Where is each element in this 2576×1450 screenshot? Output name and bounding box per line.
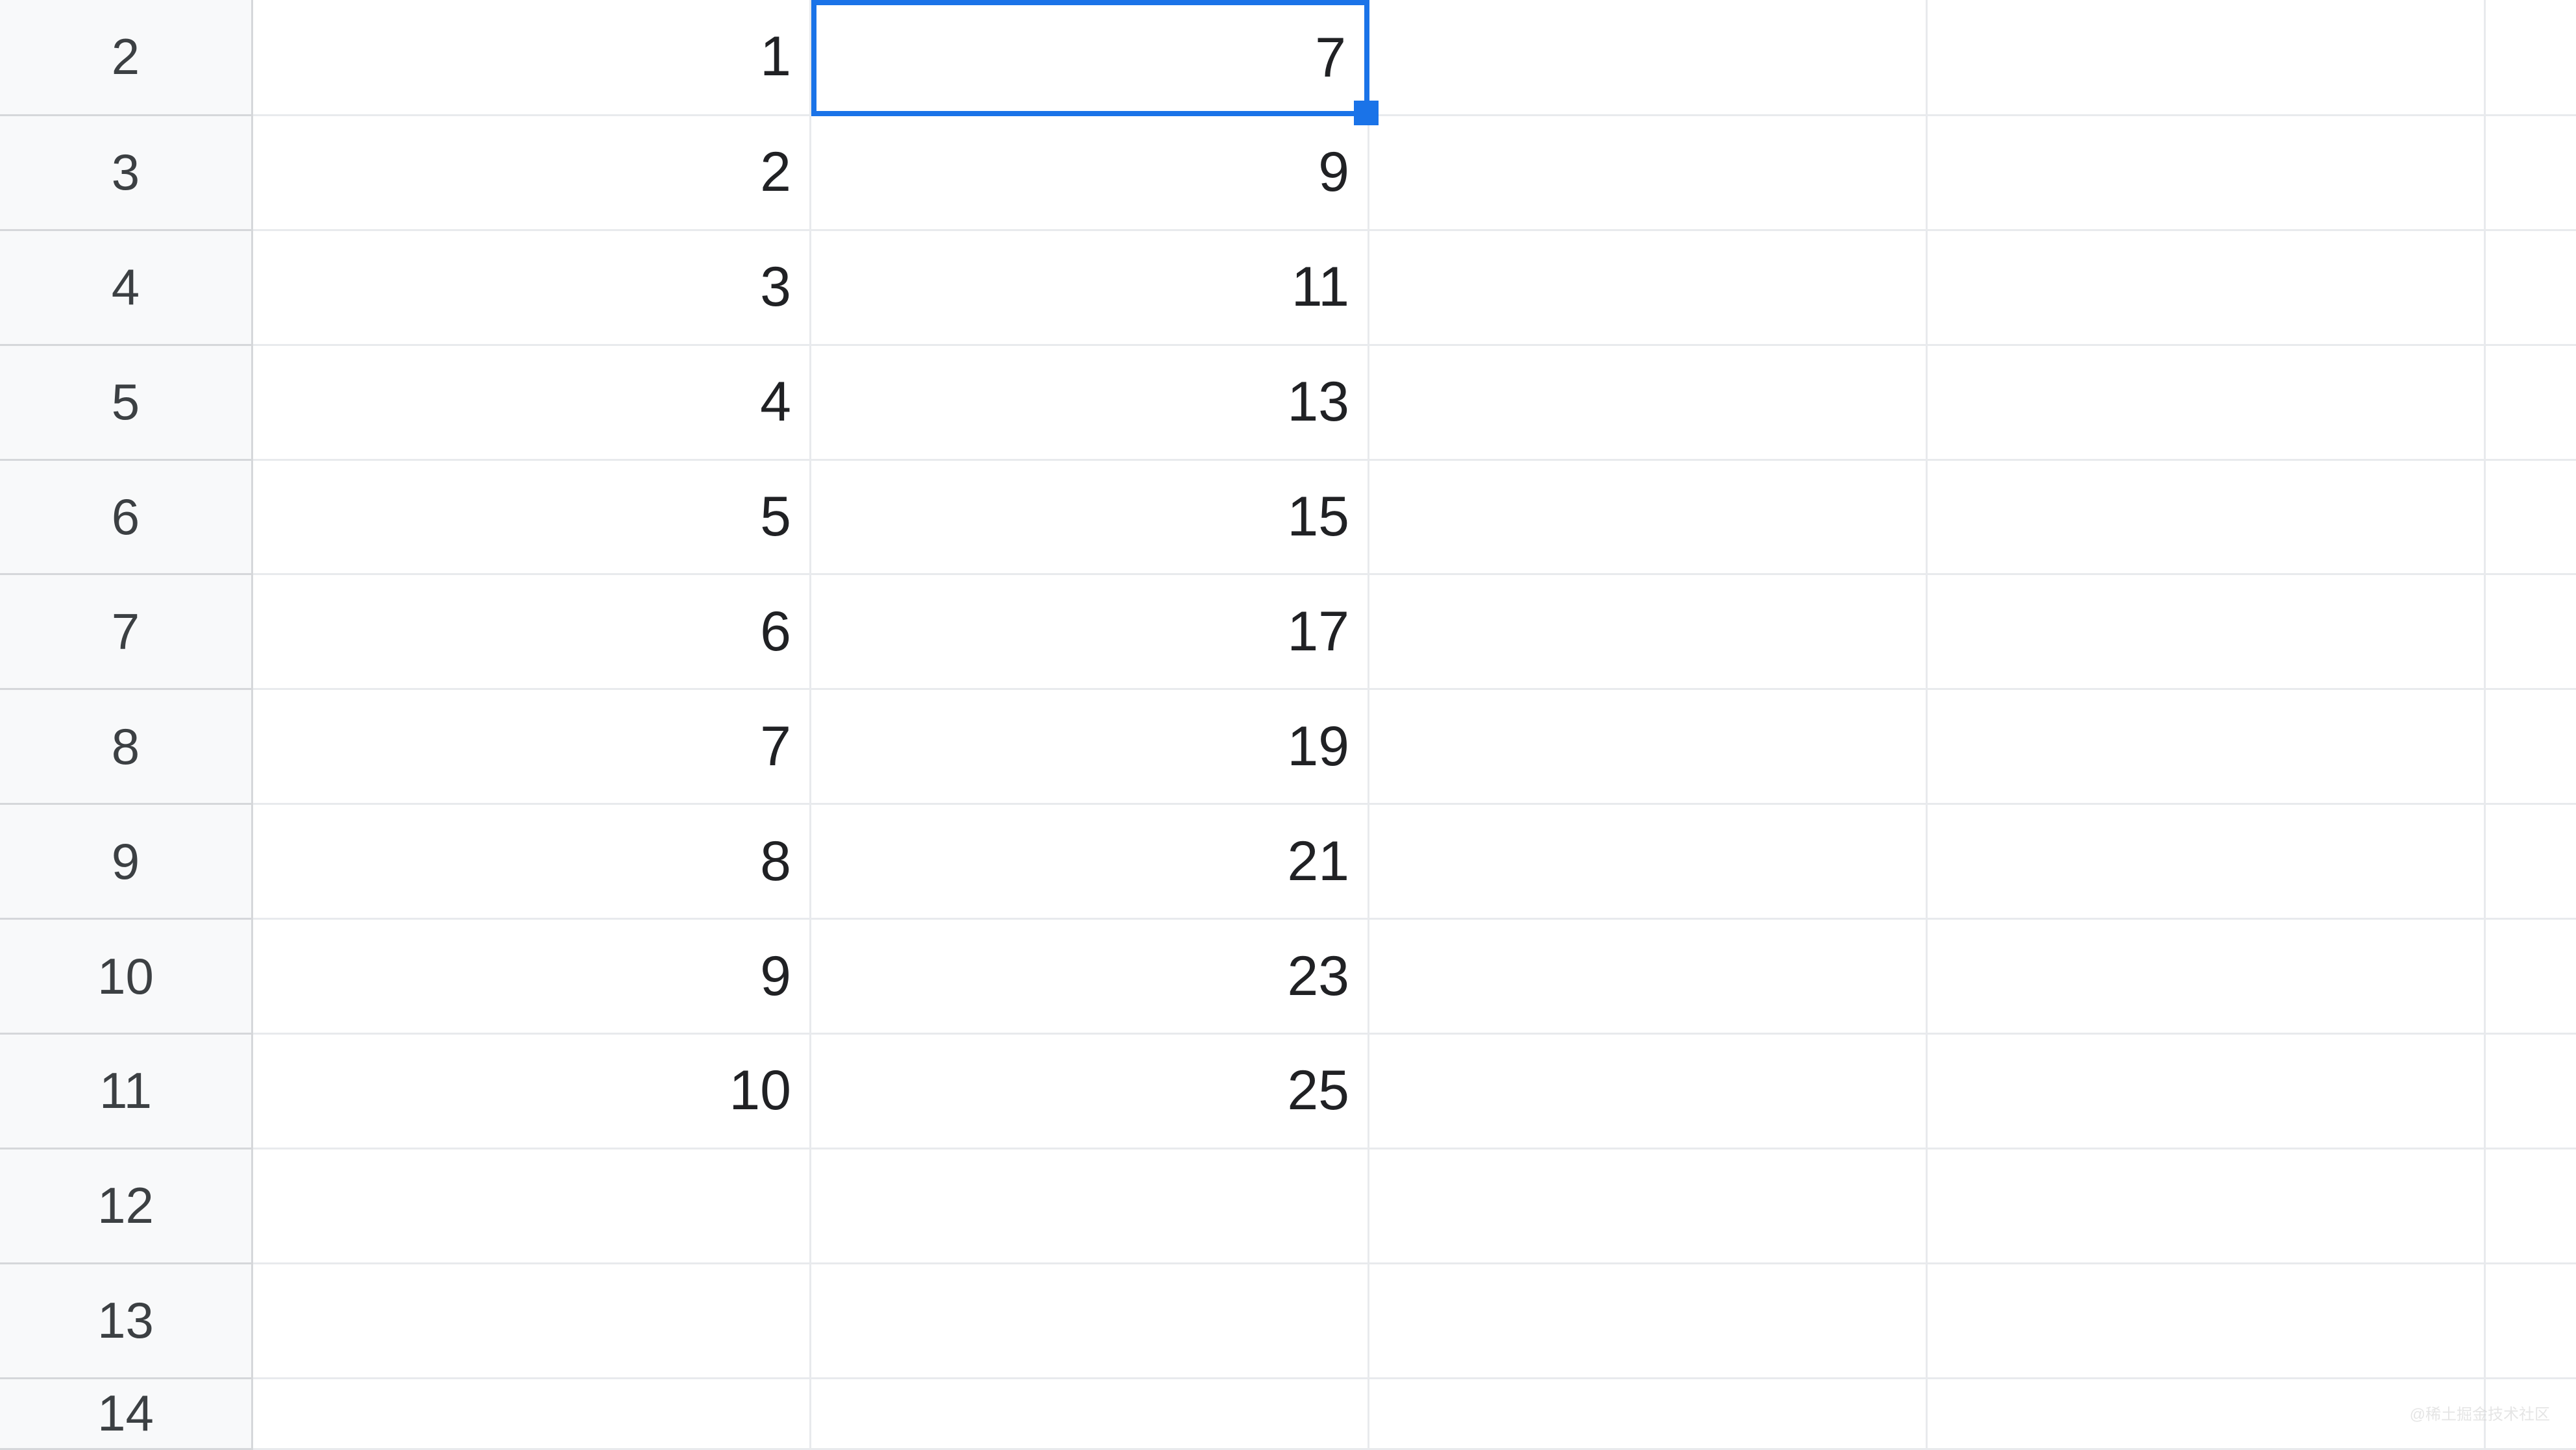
cell[interactable] [1369, 690, 1928, 805]
cell[interactable]: 13 [811, 346, 1369, 461]
cell[interactable] [811, 1149, 1369, 1264]
cell[interactable]: 1 [253, 0, 811, 116]
row-header[interactable]: 12 [0, 1149, 253, 1264]
cell[interactable] [253, 1379, 811, 1450]
spreadsheet: 2 3 4 5 6 7 8 9 10 11 12 13 14 1 7 2 9 [0, 0, 2576, 1450]
cell[interactable] [1928, 1149, 2486, 1264]
cell[interactable] [1928, 1264, 2486, 1379]
cell[interactable] [1928, 461, 2486, 576]
cell[interactable] [1928, 346, 2486, 461]
table-row: 10 25 [253, 1035, 2576, 1149]
row-header[interactable]: 13 [0, 1264, 253, 1379]
cell[interactable] [1928, 575, 2486, 690]
fill-handle[interactable] [1354, 101, 1379, 125]
cell[interactable] [1369, 346, 1928, 461]
cell[interactable] [1928, 920, 2486, 1035]
cell[interactable] [2486, 346, 2576, 461]
cell[interactable] [1369, 116, 1928, 231]
cell[interactable] [2486, 1149, 2576, 1264]
cell[interactable]: 19 [811, 690, 1369, 805]
row-header[interactable]: 5 [0, 346, 253, 461]
row-header[interactable]: 7 [0, 575, 253, 690]
cell[interactable] [811, 1264, 1369, 1379]
cell[interactable] [1369, 920, 1928, 1035]
spreadsheet-grid: 1 7 2 9 3 11 4 13 [253, 0, 2576, 1450]
cell[interactable] [1928, 0, 2486, 116]
cell[interactable]: 9 [811, 116, 1369, 231]
table-row [253, 1149, 2576, 1264]
cell[interactable] [1369, 1149, 1928, 1264]
cell[interactable]: 7 [253, 690, 811, 805]
table-row: 4 13 [253, 346, 2576, 461]
cell[interactable]: 3 [253, 231, 811, 346]
cell[interactable] [2486, 0, 2576, 116]
cell[interactable]: 5 [253, 461, 811, 576]
cell[interactable] [1369, 0, 1928, 116]
cell[interactable] [2486, 920, 2576, 1035]
cell[interactable] [2486, 1035, 2576, 1149]
cell[interactable] [1369, 1264, 1928, 1379]
cell[interactable] [1369, 805, 1928, 920]
cell[interactable] [1369, 461, 1928, 576]
cell[interactable]: 8 [253, 805, 811, 920]
cell[interactable] [1928, 116, 2486, 231]
cell[interactable] [1928, 690, 2486, 805]
cell[interactable] [1369, 575, 1928, 690]
cell[interactable] [2486, 575, 2576, 690]
cell[interactable]: 9 [253, 920, 811, 1035]
table-row: 3 11 [253, 231, 2576, 346]
watermark: @稀土掘金技术社区 [2410, 1401, 2550, 1424]
row-header[interactable]: 8 [0, 690, 253, 805]
selected-cell[interactable]: 7 [811, 0, 1369, 116]
cell[interactable] [1369, 1379, 1928, 1450]
row-header[interactable]: 9 [0, 805, 253, 920]
table-row: 5 15 [253, 461, 2576, 576]
cell[interactable]: 2 [253, 116, 811, 231]
cell[interactable] [811, 1379, 1369, 1450]
cell[interactable]: 6 [253, 575, 811, 690]
cell[interactable] [253, 1264, 811, 1379]
row-headers-column: 2 3 4 5 6 7 8 9 10 11 12 13 14 [0, 0, 253, 1450]
row-header[interactable]: 11 [0, 1035, 253, 1149]
table-row: 1 7 [253, 0, 2576, 116]
cell[interactable] [2486, 116, 2576, 231]
table-row: 9 23 [253, 920, 2576, 1035]
cell[interactable]: 21 [811, 805, 1369, 920]
cell[interactable] [2486, 461, 2576, 576]
cell[interactable]: 15 [811, 461, 1369, 576]
cell[interactable] [1928, 231, 2486, 346]
row-header[interactable]: 3 [0, 116, 253, 231]
table-row: 8 21 [253, 805, 2576, 920]
table-row [253, 1264, 2576, 1379]
table-row: 6 17 [253, 575, 2576, 690]
row-header[interactable]: 4 [0, 231, 253, 346]
cell[interactable]: 23 [811, 920, 1369, 1035]
row-header[interactable]: 2 [0, 0, 253, 116]
cell[interactable] [1369, 231, 1928, 346]
cell[interactable] [253, 1149, 811, 1264]
cell[interactable]: 4 [253, 346, 811, 461]
cell[interactable] [1928, 805, 2486, 920]
cell[interactable]: 17 [811, 575, 1369, 690]
row-header[interactable]: 14 [0, 1379, 253, 1450]
table-row: 7 19 [253, 690, 2576, 805]
cell[interactable] [1928, 1379, 2486, 1450]
row-header[interactable]: 6 [0, 461, 253, 576]
cell[interactable] [1928, 1035, 2486, 1149]
row-header[interactable]: 10 [0, 920, 253, 1035]
cell[interactable]: 25 [811, 1035, 1369, 1149]
cell-value: 7 [1315, 26, 1346, 90]
cell[interactable] [1369, 1035, 1928, 1149]
cell[interactable]: 10 [253, 1035, 811, 1149]
cell[interactable] [2486, 690, 2576, 805]
cell[interactable]: 11 [811, 231, 1369, 346]
table-row: 2 9 [253, 116, 2576, 231]
table-row [253, 1379, 2576, 1450]
cell[interactable] [2486, 1264, 2576, 1379]
cell[interactable] [2486, 805, 2576, 920]
cell[interactable] [2486, 231, 2576, 346]
